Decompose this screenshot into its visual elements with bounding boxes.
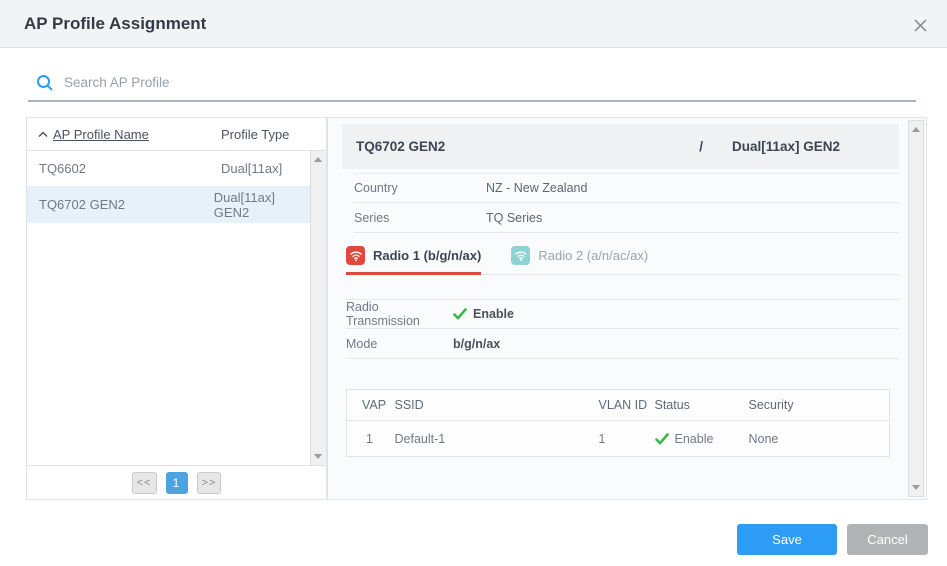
ssid-column-header: SSID — [394, 389, 599, 421]
series-value: TQ Series — [486, 210, 543, 225]
profile-type-cell: Dual[11ax] — [221, 161, 283, 176]
status-column-header: Status — [654, 389, 749, 421]
column-label-profile-name[interactable]: AP Profile Name — [53, 127, 149, 142]
column-header-profile-type: Profile Type — [221, 126, 290, 142]
profile-row-tq6702-gen2[interactable]: TQ6702 GEN2 Dual[11ax] GEN2 — [27, 187, 310, 223]
country-label: Country — [354, 181, 398, 195]
mode-value: b/g/n/ax — [453, 336, 501, 351]
device-header-separator: / — [699, 139, 703, 154]
series-label: Series — [354, 210, 390, 225]
mode-row: Mode b/g/n/ax — [346, 329, 899, 359]
profile-type-cell: Dual[11ax] GEN2 — [213, 189, 275, 220]
vap-table-row[interactable]: 1 Default-1 1 Enable None — [347, 421, 890, 457]
radio-transmission-label: Radio Transmission — [346, 300, 420, 328]
profile-list-header: AP Profile Name Profile Type — [27, 118, 326, 151]
profile-list-scrollbar[interactable] — [310, 151, 326, 465]
status-cell: Enable — [654, 421, 749, 457]
cancel-button[interactable]: Cancel — [847, 524, 928, 555]
security-cell: None — [748, 431, 779, 446]
search-icon — [36, 74, 54, 92]
profile-list-body: TQ6602 Dual[11ax] TQ6702 GEN2 Dual[11ax]… — [27, 151, 326, 465]
pagination-page-1-button[interactable]: 1 — [165, 471, 188, 494]
scroll-up-icon[interactable] — [912, 127, 920, 132]
vap-cell: 1 — [366, 431, 373, 446]
dialog-header: AP Profile Assignment — [0, 0, 947, 48]
radio-settings: Radio Transmission Enable Mode b/g/n/ax — [346, 299, 899, 359]
vap-table-header-row: VAP SSID VLAN ID Status Security — [346, 389, 890, 421]
device-info: Country NZ - New Zealand Series TQ Serie… — [354, 173, 899, 233]
detail-panel-scrollbar[interactable] — [908, 120, 924, 497]
wifi-icon-red — [346, 246, 365, 265]
profile-row-tq6602[interactable]: TQ6602 Dual[11ax] — [27, 151, 310, 187]
profile-name-cell: TQ6602 — [39, 161, 86, 176]
check-icon — [654, 432, 669, 445]
device-type: Dual[11ax] GEN2 — [731, 139, 840, 154]
sort-ascending-icon[interactable] — [38, 131, 48, 138]
tab-radio-2-label: Radio 2 (a/n/ac/ax) — [538, 248, 649, 263]
search-bar — [28, 70, 916, 102]
dialog-title: AP Profile Assignment — [24, 13, 207, 33]
series-row: Series TQ Series — [354, 203, 899, 233]
device-header: TQ6702 GEN2 / Dual[11ax] GEN2 — [342, 124, 899, 169]
mode-label: Mode — [346, 336, 378, 351]
radio-transmission-row: Radio Transmission Enable — [346, 299, 899, 329]
check-icon — [453, 308, 467, 320]
search-input[interactable] — [64, 74, 916, 96]
radio-transmission-value: Enable — [473, 307, 514, 321]
scroll-down-icon[interactable] — [912, 485, 920, 490]
security-column-header: Security — [748, 389, 890, 421]
vlan-cell: 1 — [598, 431, 606, 446]
vap-column-header: VAP — [346, 389, 395, 421]
scroll-up-icon[interactable] — [314, 157, 322, 162]
ssid-cell: Default-1 — [394, 431, 446, 446]
tab-radio-2[interactable]: Radio 2 (a/n/ac/ax) — [511, 246, 648, 275]
profile-detail-panel: TQ6702 GEN2 / Dual[11ax] GEN2 Country NZ… — [327, 117, 927, 500]
vlan-column-header: VLAN ID — [598, 389, 655, 421]
close-icon[interactable] — [907, 12, 933, 38]
pagination-next-button[interactable]: >> — [196, 471, 222, 494]
country-row: Country NZ - New Zealand — [354, 173, 899, 203]
pagination: << 1 >> — [27, 465, 326, 499]
vap-table: VAP SSID VLAN ID Status Security 1 Defau… — [346, 389, 890, 457]
wifi-icon-teal — [511, 246, 531, 265]
save-button[interactable]: Save — [737, 524, 837, 555]
tab-radio-1-label: Radio 1 (b/g/n/ax) — [373, 248, 482, 263]
device-name: TQ6702 GEN2 — [356, 139, 446, 154]
radio-tabs: Radio 1 (b/g/n/ax) Radio 2 (a/n/ac/ax) — [342, 246, 899, 275]
profile-name-cell: TQ6702 GEN2 — [39, 197, 125, 212]
column-header-profile-name[interactable]: AP Profile Name — [27, 127, 221, 142]
tab-radio-1[interactable]: Radio 1 (b/g/n/ax) — [346, 246, 482, 275]
pagination-prev-button[interactable]: << — [131, 471, 157, 494]
status-value: Enable — [674, 431, 714, 446]
scroll-down-icon[interactable] — [314, 454, 322, 459]
country-value: NZ - New Zealand — [486, 181, 588, 195]
profile-list-panel: AP Profile Name Profile Type TQ6602 Dual… — [26, 117, 327, 500]
